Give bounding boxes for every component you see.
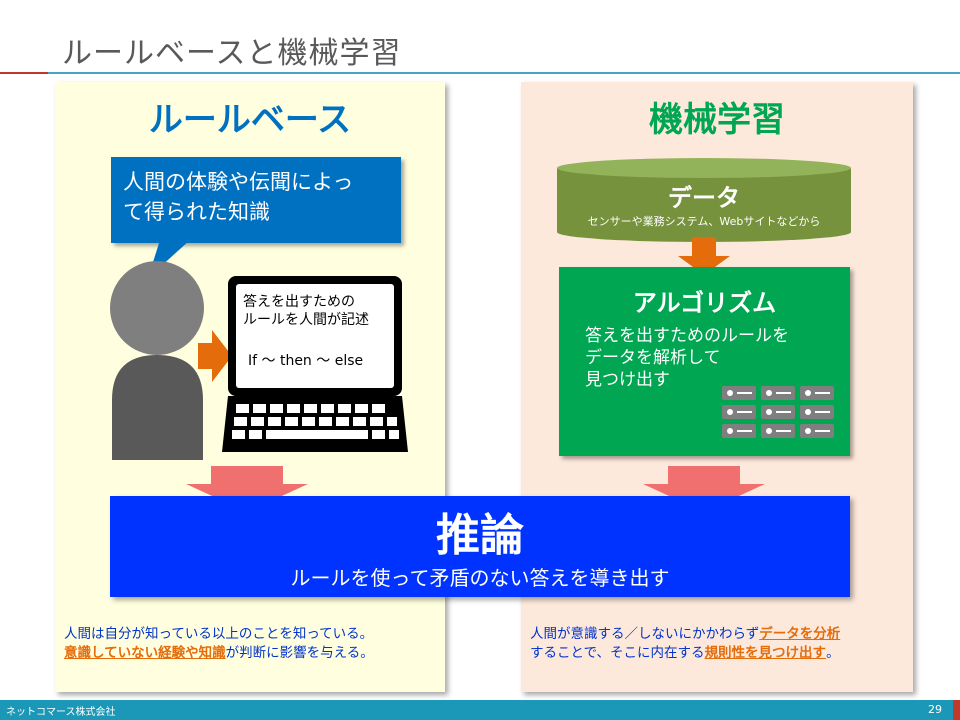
footer-accent — [953, 700, 960, 720]
footer-bar — [0, 700, 960, 720]
rule-based-note-rest: が判断に影響を与える。 — [225, 645, 374, 661]
footer-company: ネットコマース株式会社 — [6, 707, 116, 718]
ml-note-line1: 人間が意識する／しないにかかわらずデータを分析 — [530, 625, 908, 644]
rule-based-note-line1: 人間は自分が知っている以上のことを知っている。 — [64, 626, 374, 642]
rule-based-note: 人間は自分が知っている以上のことを知っている。 意識していない経験や知識が判断に… — [64, 625, 439, 663]
inference-subtitle: ルールを使って矛盾のない答えを導き出す — [290, 566, 670, 590]
ml-note-mid: することで、そこに内在する — [530, 645, 705, 661]
ml-note-highlight-2: 規則性を見つけ出す — [704, 645, 827, 661]
ml-note-line2: することで、そこに内在する規則性を見つけ出す。 — [530, 644, 908, 663]
machine-learning-note: 人間が意識する／しないにかかわらずデータを分析 することで、そこに内在する規則性… — [530, 625, 908, 663]
ml-note-highlight-1: データを分析 — [759, 626, 841, 642]
inference-arrows — [186, 466, 765, 512]
ml-note-pre: 人間が意識する／しないにかかわらず — [530, 626, 760, 642]
rule-based-note-highlight: 意識していない経験や知識 — [64, 645, 226, 661]
ml-note-end: 。 — [826, 645, 840, 661]
rule-based-note-line2: 意識していない経験や知識が判断に影響を与える。 — [64, 644, 439, 663]
page-number: 29 — [928, 703, 942, 716]
inference-title: 推論 — [436, 510, 524, 561]
